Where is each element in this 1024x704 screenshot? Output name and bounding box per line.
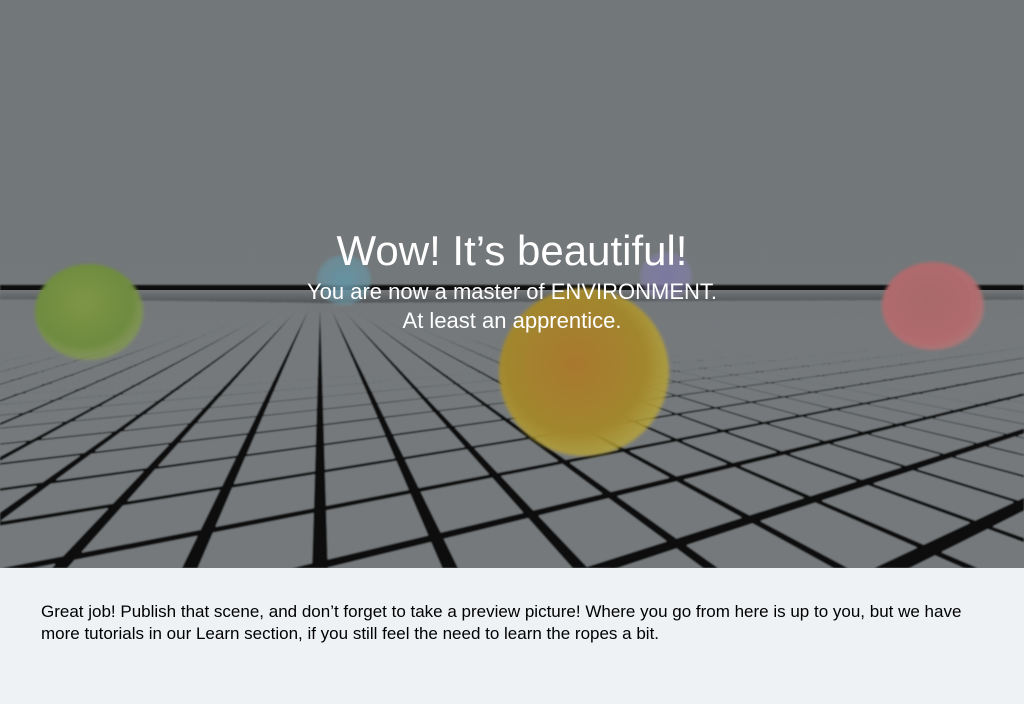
scene-subtitle: You are now a master of ENVIRONMENT. At … [0,277,1024,335]
scene-viewport[interactable]: Wow! It’s beautiful! You are now a maste… [0,0,1024,568]
subtitle-line-1: You are now a master of ENVIRONMENT. [306,279,717,304]
scene-title: Wow! It’s beautiful! [336,227,688,274]
tutorial-panel: Great job! Publish that scene, and don’t… [0,568,1024,704]
subtitle-line-2: At least an apprentice. [402,308,622,333]
tutorial-message: Great job! Publish that scene, and don’t… [41,602,962,643]
